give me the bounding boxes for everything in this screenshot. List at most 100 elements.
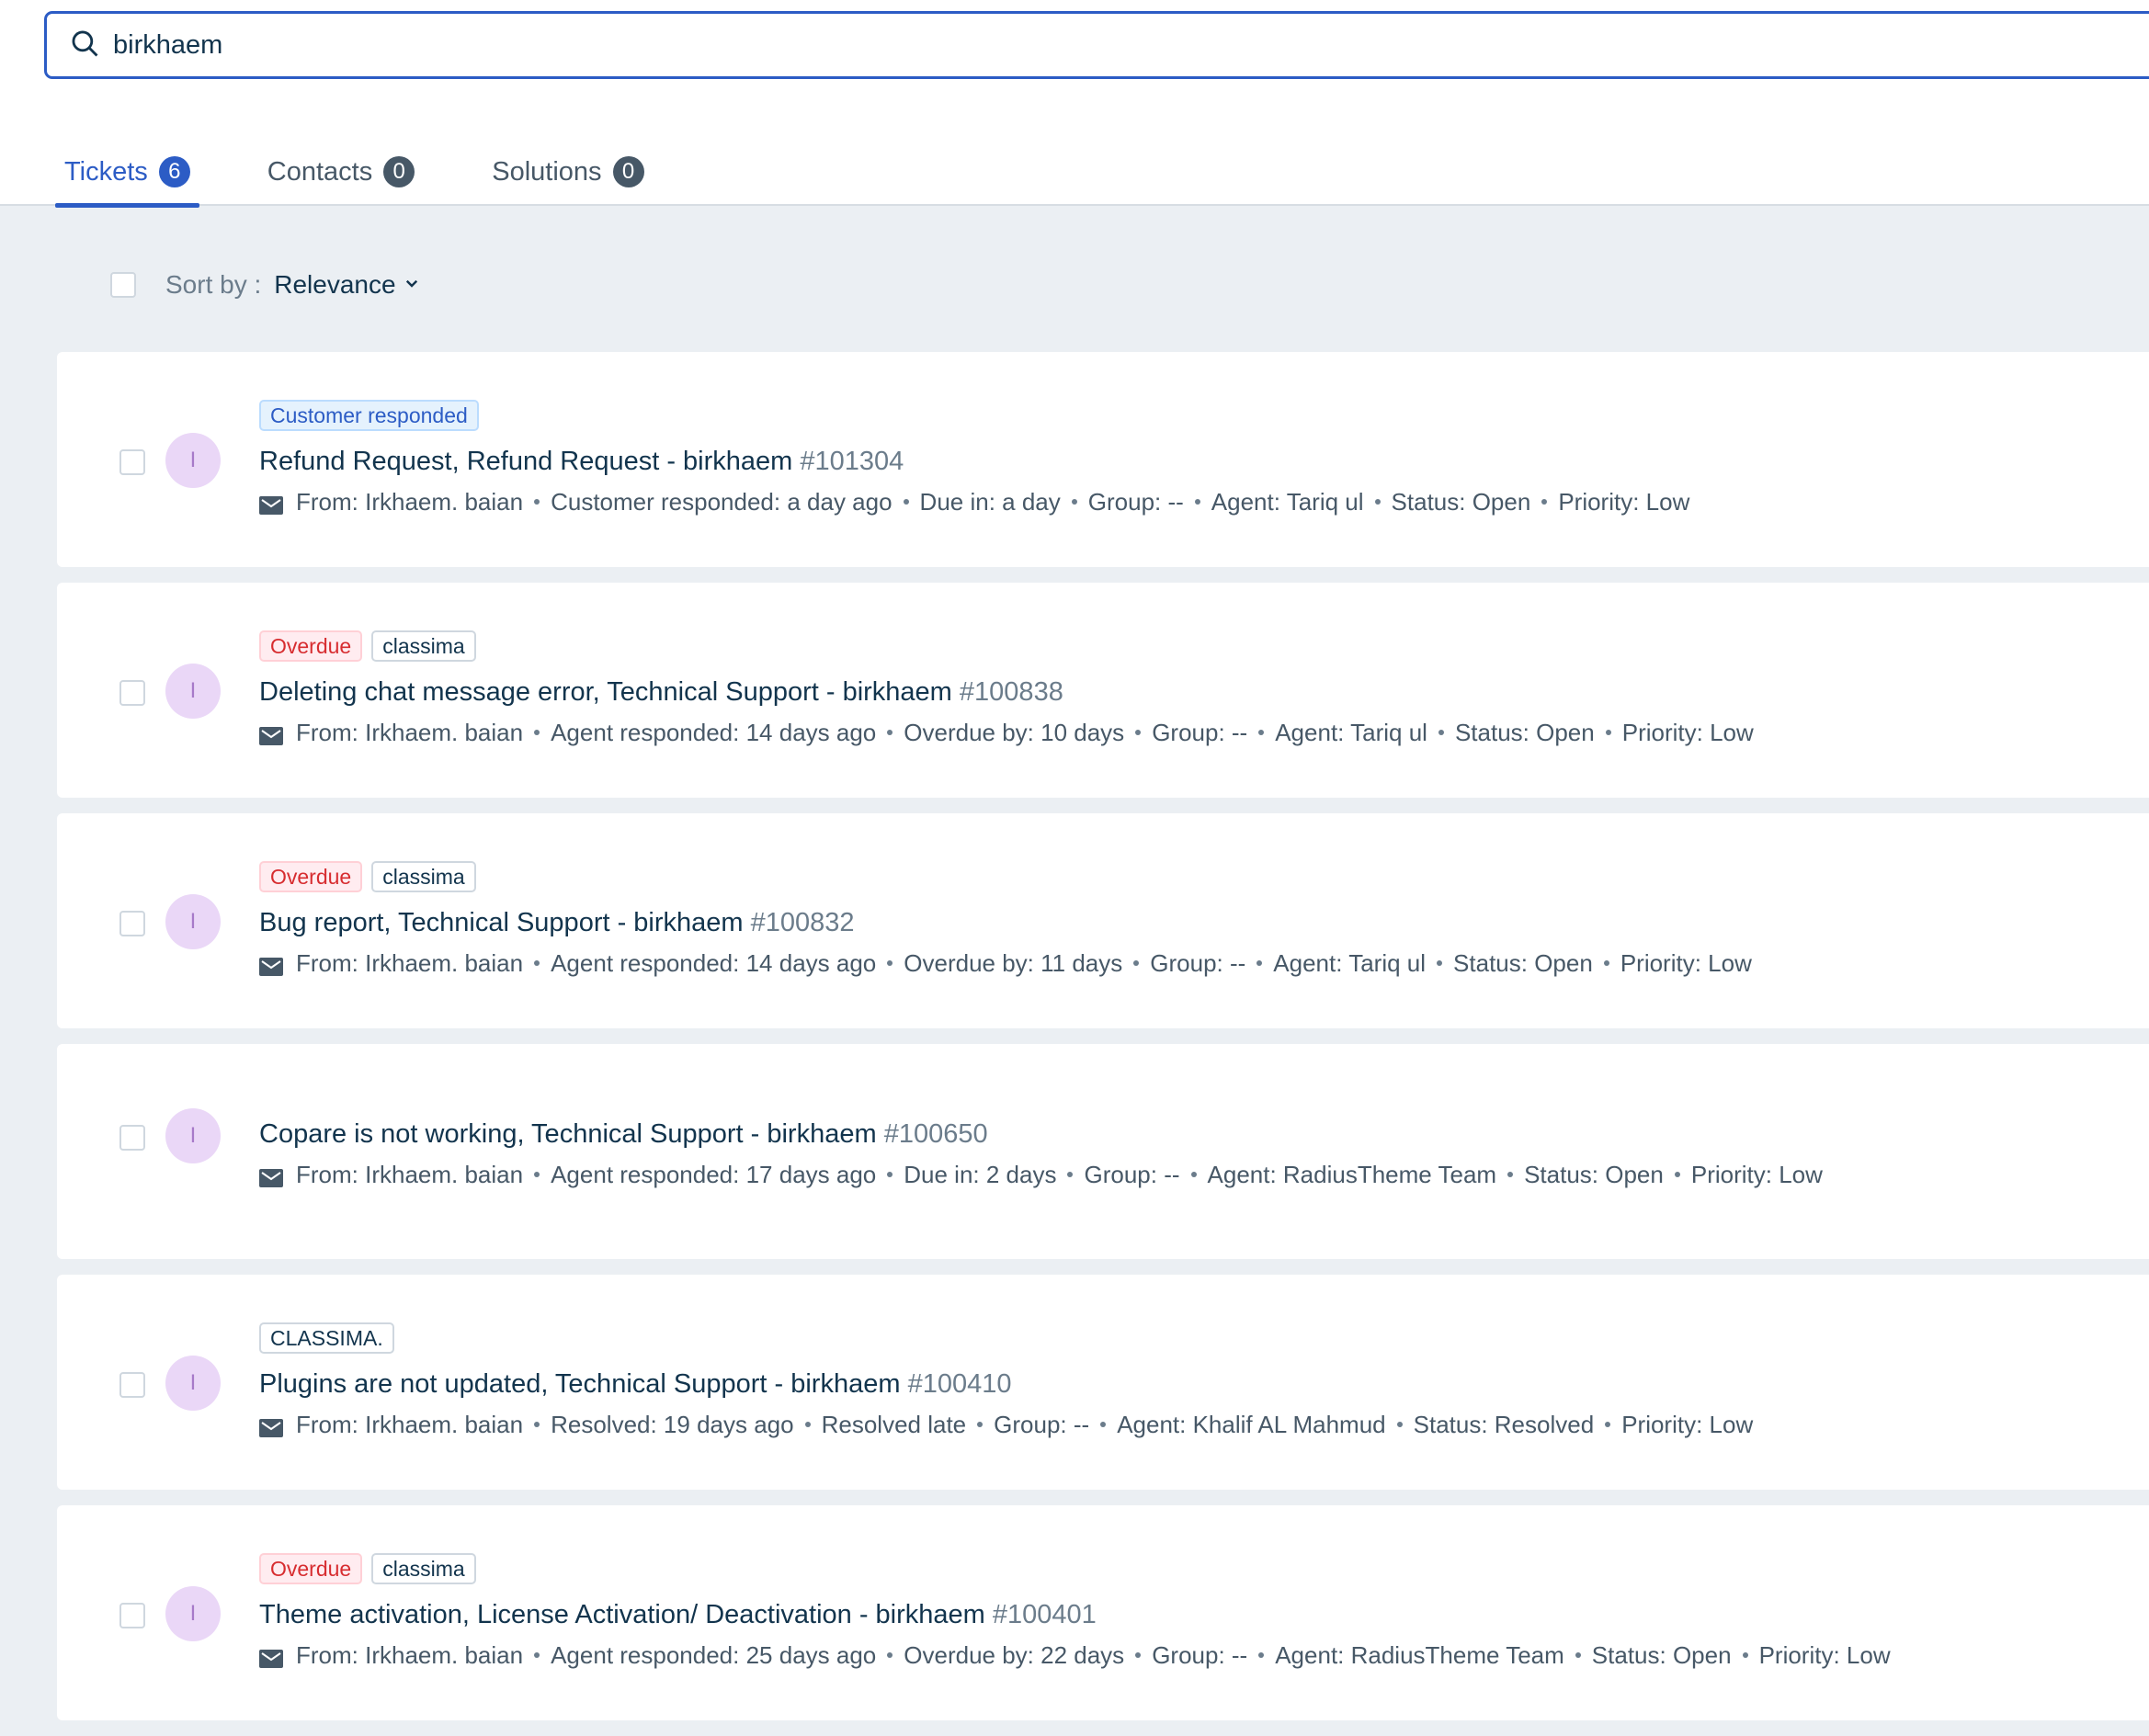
ticket-subject[interactable]: Bug report, Technical Support - birkhaem [259,908,744,937]
ticket-tag: classima [371,630,476,662]
ticket-meta: From: Irkhaem. baian Agent responded: 14 … [259,947,2149,980]
ticket-card[interactable]: I Overdue classima Bug report, Technical Su… [57,813,2149,1028]
ticket-subject[interactable]: Plugins are not updated, Technical Suppo… [259,1369,901,1399]
separator-dot [1541,499,1548,505]
tab-solutions[interactable]: Solutions 0 [483,138,653,206]
ticket-meta: From: Irkhaem. baian Agent responded: 17 … [259,1158,2149,1191]
ticket-content: Overdue classima Theme activation, License… [259,1553,2149,1672]
separator-dot [1575,1652,1581,1658]
meta-item: Agent responded: 14 days ago [551,718,877,746]
avatar: I [165,894,221,949]
meta-item: From: Irkhaem. baian [296,1160,524,1188]
ticket-meta: From: Irkhaem. baian Resolved: 19 days ag… [259,1408,2149,1441]
ticket-card[interactable]: I Overdue classima Theme activation, Licens… [57,1505,2149,1720]
meta-item: Group: -- [1152,718,1248,746]
sort-dropdown[interactable]: Relevance [274,270,395,300]
meta-item: Priority: Low [1621,1410,1754,1438]
ticket-title[interactable]: Refund Request, Refund Request - birkhae… [259,445,2149,478]
ticket-tag: Customer responded [259,400,479,431]
separator-dot [1194,499,1200,505]
ticket-title[interactable]: Copare is not working, Technical Support… [259,1118,2149,1151]
email-icon [259,723,283,745]
separator-dot [534,1172,540,1177]
ticket-meta: From: Irkhaem. baian Customer responded: … [259,485,2149,518]
ticket-title[interactable]: Deleting chat message error, Technical S… [259,675,2149,709]
ticket-tag: CLASSIMA. [259,1322,394,1354]
separator-dot [1437,960,1443,966]
separator-dot [1742,1652,1748,1658]
select-all-checkbox[interactable] [110,272,136,298]
ticket-card[interactable]: I Copare is not working, Technical Suppor… [57,1044,2149,1259]
meta-item: Agent responded: 25 days ago [551,1640,877,1669]
meta-item: Status: Open [1591,1640,1732,1669]
ticket-content: Customer responded Refund Request, Refund… [259,400,2149,518]
ticket-subject[interactable]: Refund Request, Refund Request - birkhae… [259,447,792,476]
ticket-number: #100401 [992,1600,1097,1629]
meta-item: Group: -- [1087,487,1184,516]
separator-dot [1135,730,1142,735]
ticket-title[interactable]: Plugins are not updated, Technical Suppo… [259,1367,2149,1401]
meta-item: Group: -- [1152,1640,1248,1669]
search-box[interactable] [44,11,2149,79]
ticket-tag: Overdue [259,861,363,892]
meta-item: Priority: Low [1621,718,1754,746]
tab-contacts[interactable]: Contacts 0 [258,138,424,206]
meta-item: Status: Resolved [1413,1410,1595,1438]
ticket-checkbox[interactable] [119,680,145,706]
meta-item: Resolved: 19 days ago [551,1410,794,1438]
tab-label: Tickets [64,156,148,187]
ticket-card[interactable]: I Customer responded Refund Request, Refun… [57,352,2149,567]
meta-item: Status: Open [1391,487,1531,516]
ticket-card[interactable]: I CLASSIMA. Plugins are not updated, Techn… [57,1275,2149,1490]
separator-dot [1674,1172,1680,1177]
ticket-tags: Overdue classima [259,1553,2149,1584]
avatar: I [165,664,221,719]
separator-dot [1190,1172,1197,1177]
search-icon [69,28,100,63]
email-icon [259,493,283,515]
meta-item: Priority: Low [1620,948,1752,977]
ticket-subject[interactable]: Theme activation, License Activation/ De… [259,1600,985,1629]
separator-dot [534,1652,540,1658]
separator-dot [1258,1652,1265,1658]
meta-item: Overdue by: 11 days [904,948,1123,977]
ticket-tag: Overdue [259,1553,363,1584]
meta-item: Group: -- [1150,948,1246,977]
ticket-checkbox[interactable] [119,1372,145,1398]
meta-item: Group: -- [994,1410,1090,1438]
meta-item: Group: -- [1084,1160,1180,1188]
chevron-down-icon[interactable] [396,275,420,296]
ticket-title[interactable]: Bug report, Technical Support - birkhaem… [259,906,2149,939]
ticket-checkbox[interactable] [119,1603,145,1628]
separator-dot [534,499,540,505]
separator-dot [1603,960,1609,966]
separator-dot [1605,730,1611,735]
ticket-subject[interactable]: Deleting chat message error, Technical S… [259,677,952,707]
separator-dot [1071,499,1077,505]
separator-dot [903,499,909,505]
ticket-subject[interactable]: Copare is not working, Technical Support… [259,1119,877,1149]
separator-dot [1605,1422,1611,1427]
email-icon [259,1415,283,1437]
separator-dot [1258,730,1265,735]
ticket-tag: Overdue [259,630,363,662]
ticket-number: #100838 [959,677,1063,707]
tab-tickets[interactable]: Tickets 6 [55,138,199,208]
ticket-meta: From: Irkhaem. baian Agent responded: 25 … [259,1639,2149,1672]
meta-item: From: Irkhaem. baian [296,718,524,746]
meta-item: Customer responded: a day ago [551,487,893,516]
meta-item: Resolved late [821,1410,967,1438]
ticket-checkbox[interactable] [119,449,145,475]
meta-item: Priority: Low [1558,487,1690,516]
meta-item: Overdue by: 22 days [904,1640,1125,1669]
separator-dot [534,960,540,966]
meta-item: Agent responded: 17 days ago [551,1160,877,1188]
ticket-checkbox[interactable] [119,1125,145,1151]
separator-dot [1100,1422,1107,1427]
ticket-checkbox[interactable] [119,911,145,936]
search-input[interactable] [113,29,1768,61]
separator-dot [1133,960,1140,966]
ticket-number: #100410 [907,1369,1012,1399]
ticket-card[interactable]: I Overdue classima Deleting chat message er… [57,583,2149,798]
result-tabs: Tickets 6 Contacts 0 Solutions 0 [55,138,712,208]
